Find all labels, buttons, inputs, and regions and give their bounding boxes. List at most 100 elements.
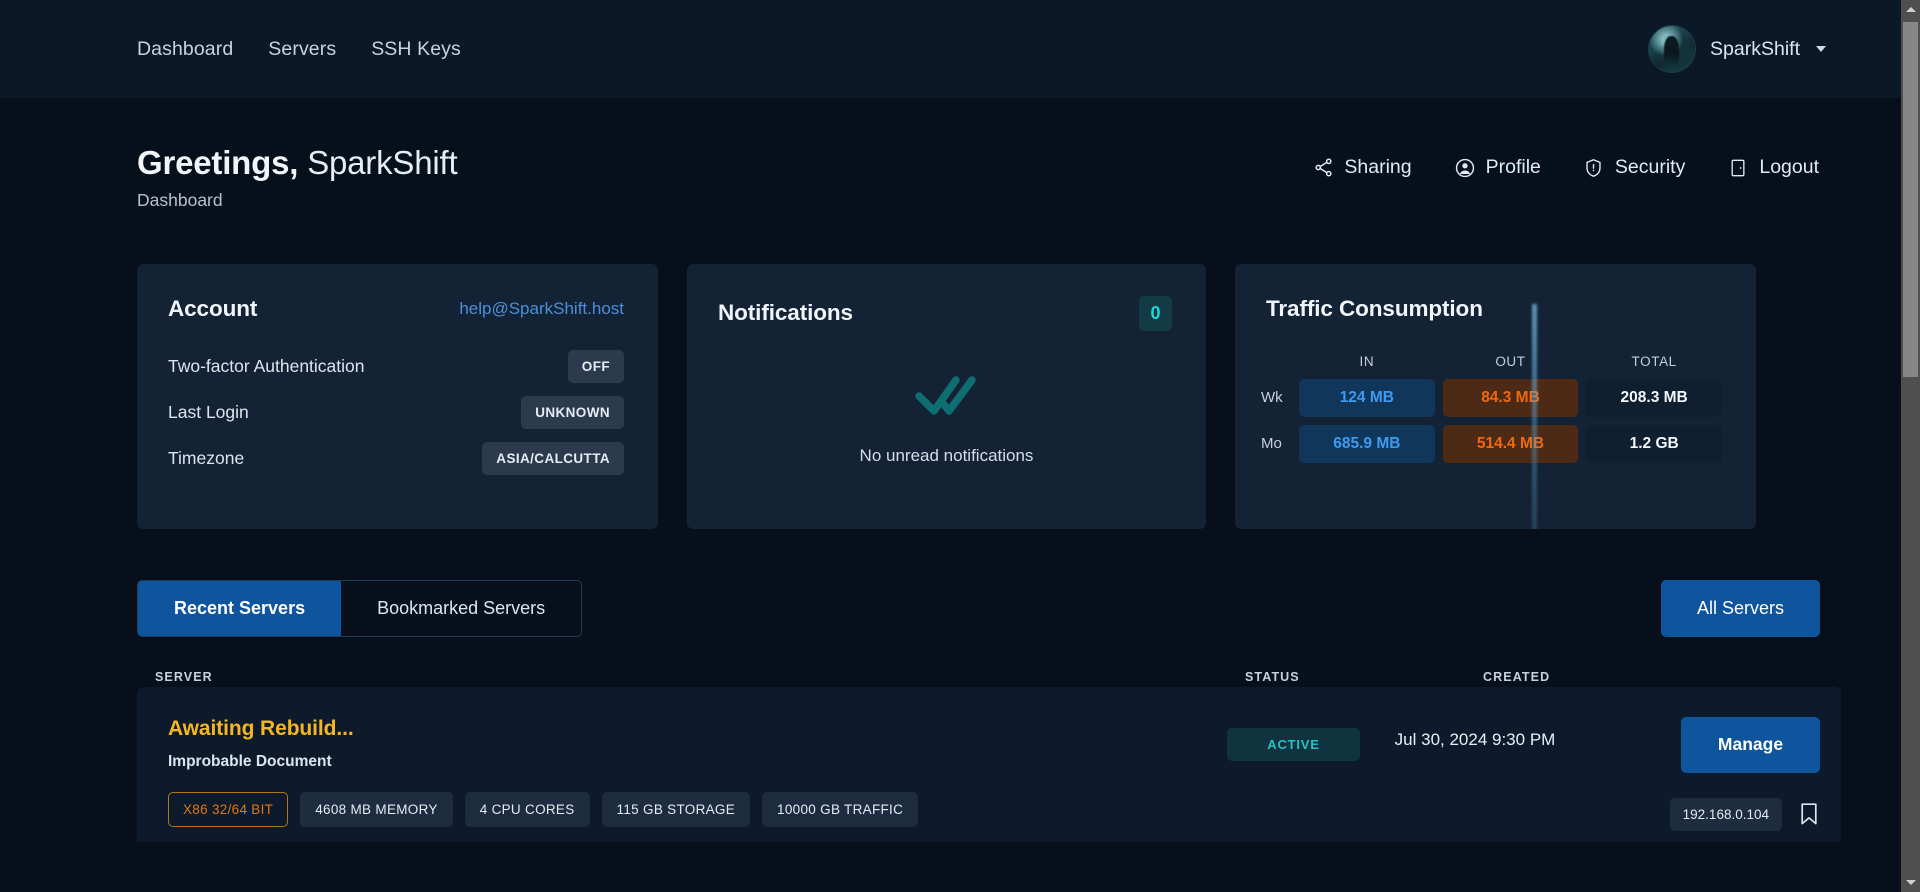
quick-action-profile[interactable]: Profile <box>1454 156 1541 179</box>
greeting-prefix: Greetings, <box>137 144 299 181</box>
dashboard-page: Dashboard Servers SSH Keys SparkShift Gr… <box>0 0 1901 892</box>
scroll-down-arrow-icon[interactable] <box>1901 873 1920 892</box>
vertical-scrollbar[interactable] <box>1901 0 1920 892</box>
traffic-card-header: Traffic Consumption <box>1235 264 1756 322</box>
account-row-two-factor: Two-factor Authentication OFF <box>168 344 624 390</box>
tab-bookmarked-servers[interactable]: Bookmarked Servers <box>341 581 581 636</box>
support-email-link[interactable]: help@SparkShift.host <box>459 299 624 319</box>
nav-link-servers[interactable]: Servers <box>268 38 336 61</box>
column-header-status: STATUS <box>1245 670 1300 685</box>
traffic-week-in: 124 MB <box>1299 378 1435 417</box>
server-actions-top: ACTIVE Jul 30, 2024 9:30 PM Manage <box>1227 716 1820 773</box>
traffic-week-out: 84.3 MB <box>1442 378 1579 417</box>
two-factor-status-badge: OFF <box>567 350 624 384</box>
server-spec-chips: X86 32/64 BIT 4608 MB MEMORY 4 CPU CORES… <box>168 791 1227 827</box>
shield-exclamation-icon <box>1583 157 1605 179</box>
server-created-date: Jul 30, 2024 9:30 PM <box>1394 729 1556 749</box>
primary-nav: Dashboard Servers SSH Keys <box>137 38 461 61</box>
account-card-header-right: help@SparkShift.host <box>459 299 624 319</box>
traffic-card: Traffic Consumption IN OUT TOTAL Wk 124 … <box>1235 263 1756 529</box>
spec-chip-traffic: 10000 GB TRAFFIC <box>762 791 919 827</box>
account-card-title: Account <box>168 295 258 321</box>
page-header: Greetings, SparkShift Dashboard Sharing <box>0 98 1901 211</box>
door-exit-icon <box>1727 157 1749 179</box>
nav-link-dashboard[interactable]: Dashboard <box>137 38 233 61</box>
account-row-label: Last Login <box>168 402 249 423</box>
server-name[interactable]: Awaiting Rebuild... <box>168 717 1227 741</box>
quick-action-sharing[interactable]: Sharing <box>1312 156 1412 179</box>
traffic-header-out: OUT <box>1495 353 1526 369</box>
quick-action-security[interactable]: Security <box>1583 156 1685 179</box>
traffic-row-label: Wk <box>1261 389 1283 407</box>
traffic-corner-header <box>1261 354 1295 371</box>
table-row[interactable]: Awaiting Rebuild... Improbable Document … <box>137 686 1841 842</box>
server-info: Awaiting Rebuild... Improbable Document … <box>168 717 1227 842</box>
user-menu-label: SparkShift <box>1710 37 1800 60</box>
bookmark-outline-icon[interactable] <box>1798 801 1820 827</box>
timezone-badge: ASIA/CALCUTTA <box>482 442 624 476</box>
quick-action-logout[interactable]: Logout <box>1727 156 1819 179</box>
traffic-week-total: 208.3 MB <box>1586 378 1722 417</box>
avatar[interactable] <box>1648 25 1697 73</box>
last-login-badge: UNKNOWN <box>521 396 624 430</box>
notifications-empty-text: No unread notifications <box>859 446 1034 466</box>
user-circle-icon <box>1454 157 1476 179</box>
nav-link-ssh-keys[interactable]: SSH Keys <box>371 38 461 61</box>
top-navbar: Dashboard Servers SSH Keys SparkShift <box>0 0 1901 98</box>
quick-actions: Sharing Profile Security Logout <box>1312 144 1841 179</box>
user-menu[interactable]: SparkShift <box>1648 25 1841 73</box>
browser-viewport: Dashboard Servers SSH Keys SparkShift Gr… <box>0 0 1920 892</box>
account-row-last-login: Last Login UNKNOWN <box>168 390 624 436</box>
account-row-label: Two-factor Authentication <box>168 356 365 377</box>
status-badge: ACTIVE <box>1227 727 1360 761</box>
notifications-card-title: Notifications <box>718 300 853 326</box>
traffic-month-out: 514.4 MB <box>1442 424 1579 463</box>
notifications-card-header: Notifications 0 <box>687 264 1206 331</box>
page-title-block: Greetings, SparkShift Dashboard <box>137 144 458 211</box>
server-actions: ACTIVE Jul 30, 2024 9:30 PM Manage 192.1… <box>1227 716 1820 842</box>
server-table: Awaiting Rebuild... Improbable Document … <box>0 686 1901 842</box>
account-row-timezone: Timezone ASIA/CALCUTTA <box>168 436 624 482</box>
traffic-row-label: Mo <box>1261 435 1282 453</box>
traffic-table: IN OUT TOTAL Wk 124 MB 84.3 MB 208.3 MB <box>1261 346 1726 471</box>
traffic-card-title: Traffic Consumption <box>1266 295 1483 321</box>
double-check-icon <box>914 371 980 424</box>
spec-chip-memory: 4608 MB MEMORY <box>300 791 453 827</box>
server-tabs-row: Recent Servers Bookmarked Servers All Se… <box>0 529 1901 637</box>
notifications-card: Notifications 0 No unread notifications <box>687 263 1206 529</box>
server-tabs: Recent Servers Bookmarked Servers <box>137 579 583 637</box>
notification-count-badge: 0 <box>1139 295 1172 331</box>
traffic-table-wrap: IN OUT TOTAL Wk 124 MB 84.3 MB 208.3 MB <box>1235 303 1756 529</box>
spec-chip-architecture: X86 32/64 BIT <box>168 791 289 827</box>
traffic-row-month: Mo 685.9 MB 514.4 MB 1.2 GB <box>1261 424 1726 463</box>
notifications-card-header-right: 0 <box>1139 295 1172 331</box>
spec-chip-storage: 115 GB STORAGE <box>601 791 751 827</box>
account-card-header: Account help@SparkShift.host <box>137 264 658 322</box>
account-card: Account help@SparkShift.host Two-factor … <box>137 263 658 529</box>
scroll-up-arrow-icon[interactable] <box>1901 0 1920 19</box>
page-title: Greetings, SparkShift <box>137 144 458 183</box>
account-row-label: Timezone <box>168 448 245 469</box>
quick-action-sharing-label: Sharing <box>1344 156 1412 178</box>
traffic-month-total: 1.2 GB <box>1586 424 1722 463</box>
spec-chip-cpu: 4 CPU CORES <box>464 791 590 827</box>
traffic-month-in: 685.9 MB <box>1299 424 1435 463</box>
server-actions-bottom: 192.168.0.104 <box>1227 797 1820 831</box>
breadcrumb: Dashboard <box>137 189 223 210</box>
chevron-down-icon <box>1816 46 1826 52</box>
quick-action-profile-label: Profile <box>1485 156 1541 178</box>
account-detail-list: Two-factor Authentication OFF Last Login… <box>137 322 658 482</box>
server-ip-address: 192.168.0.104 <box>1669 797 1782 831</box>
traffic-row-week: Wk 124 MB 84.3 MB 208.3 MB <box>1261 378 1726 417</box>
all-servers-button[interactable]: All Servers <box>1660 579 1820 637</box>
summary-cards: Account help@SparkShift.host Two-factor … <box>0 211 1901 529</box>
tab-recent-servers[interactable]: Recent Servers <box>138 580 342 636</box>
traffic-header-in: IN <box>1359 353 1375 369</box>
traffic-header-total: TOTAL <box>1631 353 1677 369</box>
manage-button[interactable]: Manage <box>1681 716 1820 773</box>
notifications-empty-state: No unread notifications <box>687 331 1206 507</box>
column-header-server: SERVER <box>155 670 213 685</box>
scrollbar-thumb[interactable] <box>1903 22 1918 377</box>
quick-action-security-label: Security <box>1614 156 1686 178</box>
greeting-name: SparkShift <box>307 144 458 181</box>
